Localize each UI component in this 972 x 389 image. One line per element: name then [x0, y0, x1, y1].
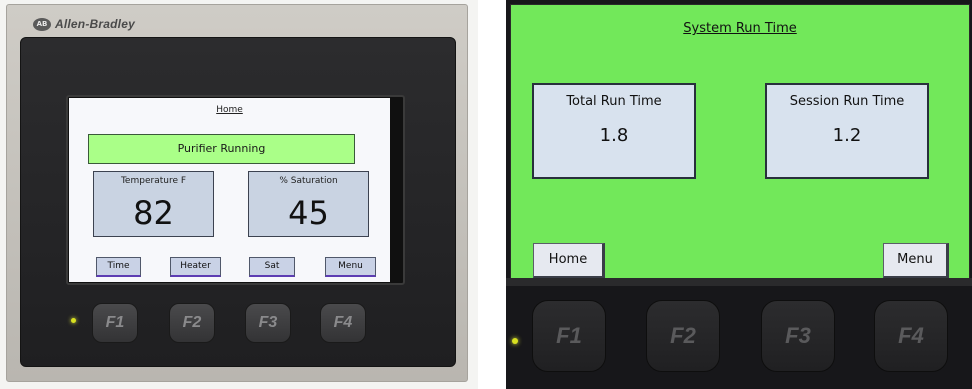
home-button[interactable]: Home — [533, 243, 605, 279]
session-run-time-value: 1.2 — [832, 125, 862, 146]
zoomed-screen-photo: System Run Time Total Run Time 1.8 Sessi… — [506, 0, 972, 389]
f4-key[interactable]: F4 — [874, 300, 948, 372]
f2-key[interactable]: F2 — [646, 300, 720, 372]
f1-key[interactable]: F1 — [532, 300, 606, 372]
total-run-time-label: Total Run Time — [566, 94, 662, 109]
time-button[interactable]: Time — [96, 257, 141, 277]
saturation-display: % Saturation 45 — [248, 171, 369, 237]
hmi-home-screen: Home Purifier Running Temperature F 82 %… — [69, 98, 390, 282]
sat-button[interactable]: Sat — [249, 257, 295, 277]
screen-title: System Run Time — [683, 21, 797, 36]
temperature-value: 82 — [133, 194, 174, 232]
allen-bradley-logo-icon: AB — [33, 18, 51, 31]
f1-key[interactable]: F1 — [92, 303, 138, 343]
saturation-label: % Saturation — [279, 176, 338, 186]
photo-collage: AB Allen-Bradley Home Purifier Running T… — [0, 0, 972, 389]
menu-button[interactable]: Menu — [883, 243, 949, 279]
temperature-display: Temperature F 82 — [93, 171, 214, 237]
total-run-time-display: Total Run Time 1.8 — [532, 83, 696, 179]
screen-bottom-frame — [506, 278, 972, 286]
temperature-label: Temperature F — [120, 176, 187, 186]
status-banner: Purifier Running — [88, 134, 355, 164]
brand-label: Allen-Bradley — [55, 17, 135, 31]
f3-key[interactable]: F3 — [761, 300, 835, 372]
status-led-icon — [71, 318, 76, 323]
hmi-unit-photo: AB Allen-Bradley Home Purifier Running T… — [0, 0, 478, 389]
f3-key[interactable]: F3 — [245, 303, 291, 343]
heater-button[interactable]: Heater — [170, 257, 221, 277]
status-led-icon — [512, 338, 518, 344]
saturation-value: 45 — [288, 194, 329, 232]
total-run-time-value: 1.8 — [599, 125, 629, 146]
session-run-time-display: Session Run Time 1.2 — [765, 83, 929, 179]
system-run-time-screen: System Run Time Total Run Time 1.8 Sessi… — [510, 4, 970, 280]
f4-key[interactable]: F4 — [320, 303, 366, 343]
screen-title: Home — [216, 105, 243, 115]
session-run-time-label: Session Run Time — [789, 94, 905, 109]
f2-key[interactable]: F2 — [169, 303, 215, 343]
menu-button[interactable]: Menu — [325, 257, 376, 277]
